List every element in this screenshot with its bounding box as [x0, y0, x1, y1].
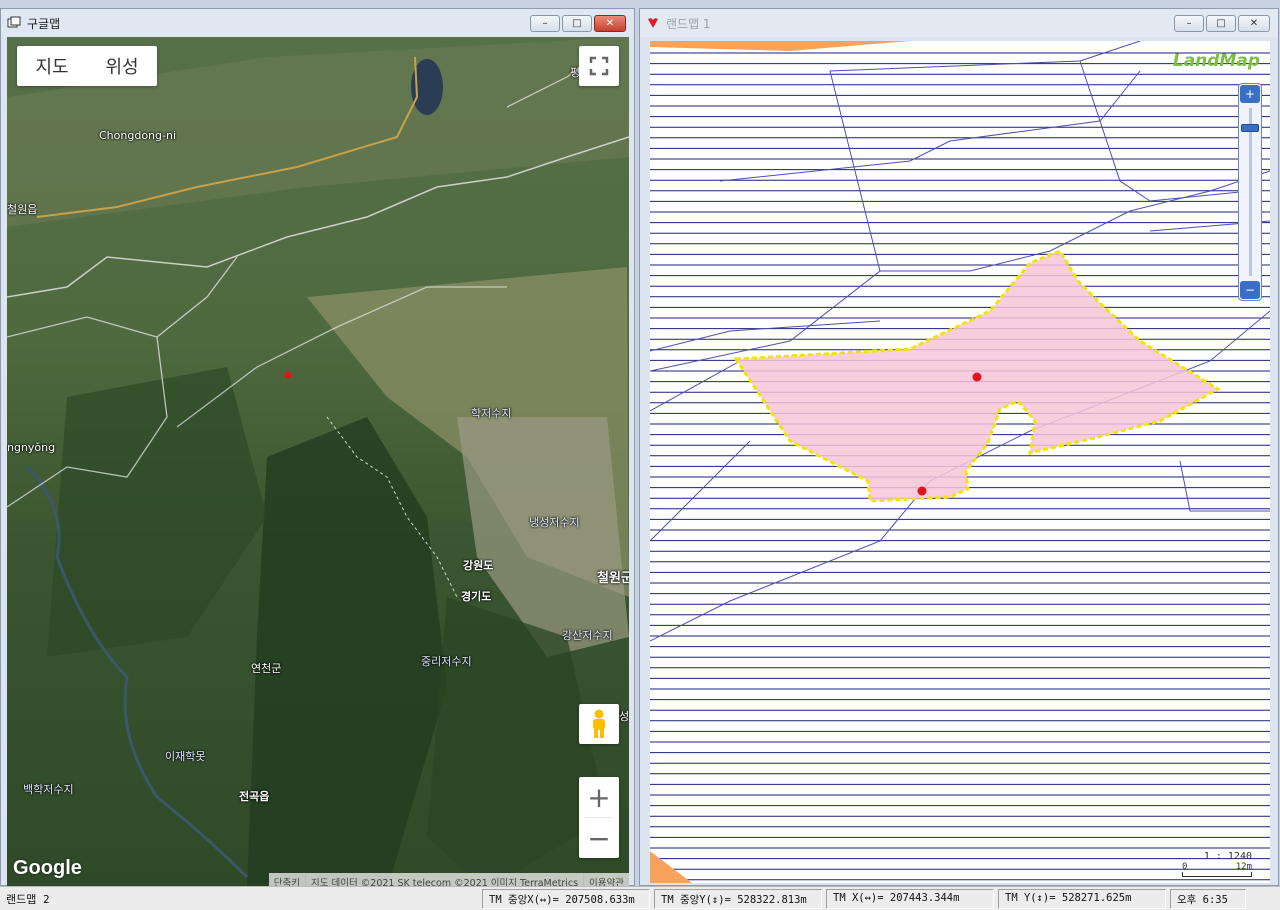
zoom-slider-control: + − — [1238, 83, 1262, 301]
status-tm-y: TM Y(↕)= 528271.625m — [998, 888, 1166, 909]
place-label-cheorwon-eup: 철원읍 — [7, 203, 38, 216]
place-label-jungri: 중리저수지 — [421, 655, 472, 668]
landmap-app-icon — [648, 18, 658, 28]
pegman-icon — [593, 709, 605, 738]
satellite-map[interactable]: Chongdong-ni 철원읍 평 ngnyŏng 학저수지 냉성저수지 강원… — [7, 37, 629, 890]
window-title: 구글맵 — [27, 16, 61, 31]
place-label-gyeonggi: 경기도 — [461, 590, 492, 603]
orange-area-top — [650, 41, 910, 51]
maximize-button[interactable]: □ — [562, 15, 592, 32]
map-type-control: 지도 위성 — [17, 46, 157, 86]
zoom-out-button[interactable]: − — [579, 818, 619, 858]
zoom-control: + − — [579, 777, 619, 858]
place-label-yeoncheon: 연천군 — [251, 662, 282, 675]
fullscreen-icon — [589, 56, 609, 76]
parcel-marker-secondary — [917, 486, 927, 496]
landmap-logo: LandMap — [1172, 51, 1260, 71]
zoom-in-icon[interactable]: + — [1240, 85, 1260, 103]
map-type-map-button[interactable]: 지도 — [17, 53, 87, 79]
status-tm-x: TM X(↔)= 207443.344m — [826, 888, 994, 909]
map-type-satellite-button[interactable]: 위성 — [87, 53, 157, 79]
scale-length: 12m — [1235, 862, 1252, 872]
scale-zero: 0 — [1182, 862, 1188, 872]
zoom-track[interactable] — [1249, 108, 1252, 276]
status-app-name: 랜드맵 2 — [6, 892, 50, 906]
title-bar[interactable]: 구글맵 – □ ✕ — [1, 9, 634, 37]
close-button[interactable]: ✕ — [1238, 15, 1270, 32]
zoom-thumb[interactable] — [1241, 124, 1259, 132]
maximize-button[interactable]: □ — [1206, 15, 1236, 32]
place-label-cheorwon-gun: 철원군 — [597, 571, 629, 586]
place-label-gangwon: 강원도 — [463, 559, 494, 572]
place-label-ngnyong: ngnyŏng — [7, 441, 56, 454]
window-app-icon — [7, 16, 21, 28]
status-tm-center-x: TM 중앙X(↔)= 207508.633m — [482, 888, 650, 909]
status-time: 오후 6:35 — [1170, 888, 1246, 909]
place-label-naengseong: 냉성저수지 — [529, 516, 580, 529]
map-scale: 1 : 1240 0 12m — [1182, 851, 1252, 877]
orange-area-bottom — [650, 851, 692, 883]
close-button[interactable]: ✕ — [594, 15, 626, 32]
window-title: 랜드맵 1 — [666, 16, 711, 31]
zoom-in-button[interactable]: + — [579, 777, 619, 817]
cadastral-map[interactable]: LandMap + − 1 : 1240 0 12m — [650, 41, 1270, 883]
google-map-window: 구글맵 – □ ✕ Chongdong-ni 철원읍 평 ngnyŏng 학저수… — [0, 8, 635, 890]
fullscreen-button[interactable] — [579, 46, 619, 86]
parcel-marker — [972, 372, 982, 382]
minimize-button[interactable]: – — [1174, 15, 1204, 32]
place-label-baekhak: 백학저수지 — [23, 783, 74, 796]
place-label-hakjeo: 학저수지 — [471, 407, 512, 420]
place-label-chongdong: Chongdong-ni — [99, 129, 176, 142]
status-bar: 랜드맵 2 TM 중앙X(↔)= 207508.633m TM 중앙Y(↕)= … — [0, 886, 1280, 910]
street-view-pegman-button[interactable] — [579, 704, 619, 744]
zoom-out-icon[interactable]: − — [1240, 281, 1260, 299]
place-label-jeongok: 전곡읍 — [239, 790, 270, 803]
satellite-imagery — [7, 37, 629, 890]
scale-ratio: 1 : 1240 — [1203, 851, 1252, 862]
status-tm-center-y: TM 중앙Y(↕)= 528322.813m — [654, 888, 822, 909]
place-label-ijae: 이재학못 — [165, 750, 206, 763]
title-bar[interactable]: 랜드맵 1 – □ ✕ — [640, 9, 1278, 37]
scale-bar — [1182, 872, 1252, 877]
place-label-seong: 성 — [619, 710, 629, 723]
cadastral-drawing — [650, 41, 1270, 883]
google-logo: Google — [13, 857, 82, 879]
landmap-window: 랜드맵 1 – □ ✕ LandMap + − 1: 1240 0 12m — [639, 8, 1279, 886]
place-label-gangsan: 강산저수지 — [562, 629, 613, 642]
minimize-button[interactable]: – — [530, 15, 560, 32]
